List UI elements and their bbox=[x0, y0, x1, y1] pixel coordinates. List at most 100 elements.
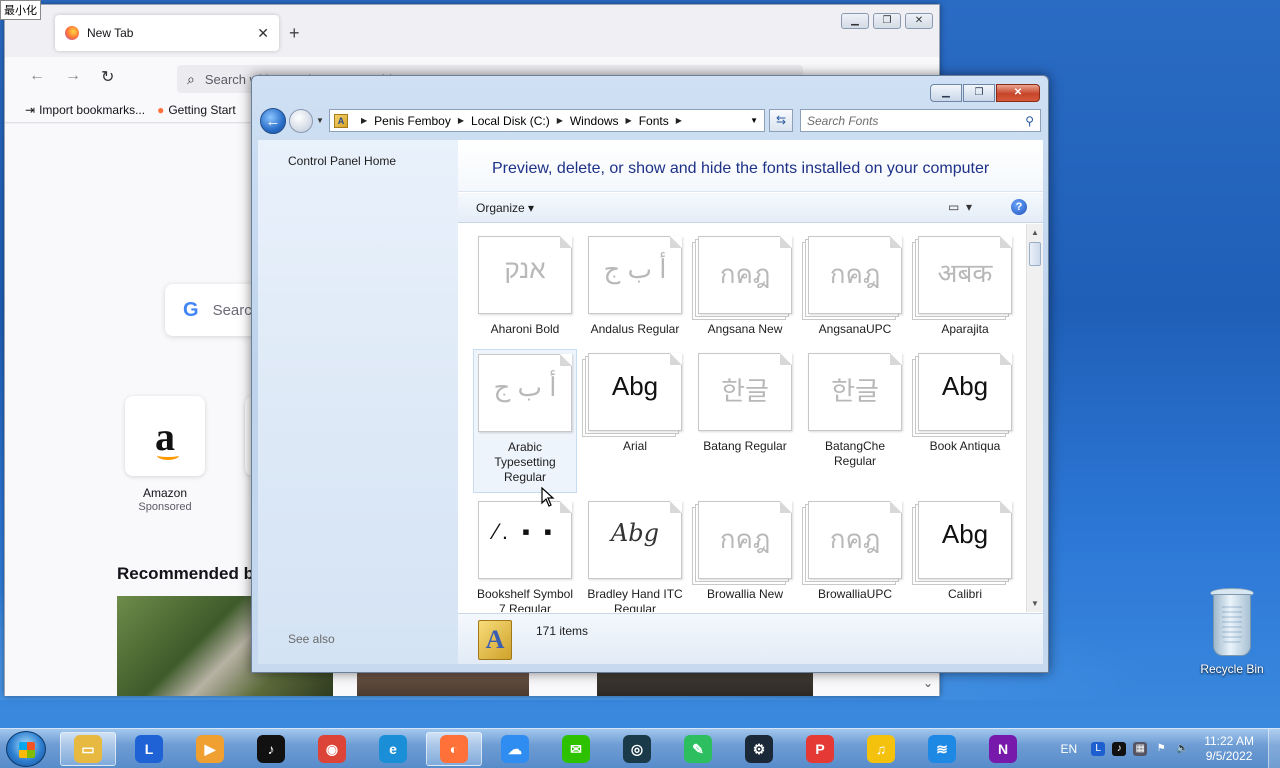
font-item[interactable]: أ ب ج Andalus Regular bbox=[583, 232, 687, 337]
taskbar-chrome[interactable]: ◉ bbox=[304, 732, 360, 766]
back-button[interactable]: ← bbox=[260, 108, 286, 134]
taskbar-pdf-editor[interactable]: P bbox=[792, 732, 848, 766]
taskbar-media-player[interactable]: ▶ bbox=[182, 732, 238, 766]
flag-icon[interactable]: ⚑ bbox=[1154, 742, 1168, 756]
amazon-shortcut-tile[interactable]: a bbox=[125, 396, 205, 476]
font-item[interactable]: Abg Book Antiqua bbox=[912, 349, 1017, 454]
fonts-explorer-window[interactable]: ▁ ❐ ✕ ← ▼ A ▶ Penis Femboy ▶ Local Disk … bbox=[251, 75, 1049, 673]
address-bar[interactable]: A ▶ Penis Femboy ▶ Local Disk (C:) ▶ Win… bbox=[329, 109, 765, 132]
firefox-tab[interactable]: New Tab ✕ bbox=[55, 15, 279, 51]
taskbar-firefox[interactable]: ◐ bbox=[426, 732, 482, 766]
bookmark-getting-started[interactable]: ● Getting Start bbox=[157, 103, 236, 117]
l-tray-icon[interactable]: L bbox=[1091, 742, 1106, 756]
breadcrumb-windows[interactable]: Windows bbox=[570, 114, 619, 128]
font-item[interactable]: ⁄. ▪ ▪ Bookshelf Symbol 7 Regular bbox=[473, 497, 577, 612]
breadcrumb-separator-icon[interactable]: ▶ bbox=[676, 116, 682, 125]
chrome-icon: ◉ bbox=[318, 735, 346, 763]
taskbar-l-app[interactable]: L bbox=[121, 732, 177, 766]
font-sample-preview: กคฎ bbox=[719, 524, 771, 554]
font-item[interactable]: Abg Calibri bbox=[912, 497, 1017, 602]
recycle-bin-shortcut[interactable]: Recycle Bin bbox=[1196, 586, 1268, 676]
bookmark-import[interactable]: ⇥ Import bookmarks... bbox=[25, 103, 145, 117]
minimize-button[interactable]: ▁ bbox=[841, 13, 869, 29]
minimize-button[interactable]: ▁ bbox=[930, 84, 962, 102]
forward-button[interactable] bbox=[289, 109, 313, 133]
font-item[interactable]: กคฎ Angsana New bbox=[692, 232, 797, 337]
breadcrumb-fonts[interactable]: Fonts bbox=[639, 114, 669, 128]
breadcrumb-user[interactable]: Penis Femboy bbox=[374, 114, 451, 128]
font-item[interactable]: กคฎ AngsanaUPC bbox=[802, 232, 907, 337]
scroll-thumb[interactable] bbox=[1029, 242, 1041, 266]
font-file-icon: Abg bbox=[588, 501, 682, 579]
font-name: Aparajita bbox=[941, 322, 989, 336]
help-icon[interactable]: ? bbox=[1011, 199, 1027, 215]
tiktok-icon: ♪ bbox=[257, 735, 285, 763]
taskbar-music-app[interactable]: ♫ bbox=[853, 732, 909, 766]
font-name: BrowalliaUPC bbox=[817, 587, 893, 601]
font-item[interactable]: กคฎ Browallia New bbox=[692, 497, 797, 602]
fonts-folder-icon: A bbox=[334, 113, 348, 128]
font-item[interactable]: 한글 Batang Regular bbox=[693, 349, 797, 454]
forward-arrow-icon[interactable]: → bbox=[65, 67, 81, 85]
firefox-tabstrip: New Tab ✕ + ▁ ❐ ✕ bbox=[5, 5, 939, 55]
font-name: Angsana New bbox=[707, 322, 783, 336]
chevron-down-icon[interactable]: ⌄ bbox=[923, 676, 933, 690]
network-icon[interactable]: ▦ bbox=[1133, 742, 1148, 756]
breadcrumb-local-disk[interactable]: Local Disk (C:) bbox=[471, 114, 550, 128]
control-panel-home-link[interactable]: Control Panel Home bbox=[288, 154, 396, 168]
font-file-icon: אנק bbox=[478, 236, 572, 314]
taskbar-steam[interactable]: ⚙ bbox=[731, 732, 787, 766]
show-desktop-button[interactable] bbox=[1268, 729, 1280, 768]
taskbar-file-explorer[interactable]: ▭ bbox=[60, 732, 116, 766]
font-item[interactable]: أ ب ج Arabic Typesetting Regular bbox=[473, 349, 577, 493]
vertical-scrollbar[interactable]: ▲ ▼ bbox=[1026, 224, 1043, 612]
close-button[interactable]: ✕ bbox=[996, 84, 1040, 102]
font-item[interactable]: अबक Aparajita bbox=[912, 232, 1017, 337]
back-arrow-icon[interactable]: ← bbox=[29, 67, 45, 85]
item-count: 171 items bbox=[536, 624, 589, 638]
search-fonts-input[interactable]: Search Fonts ⚲ bbox=[800, 109, 1041, 132]
breadcrumb-separator-icon[interactable]: ▶ bbox=[458, 116, 464, 125]
new-tab-button[interactable]: + bbox=[289, 23, 300, 44]
taskbar-onenote[interactable]: N bbox=[975, 732, 1031, 766]
refresh-button[interactable]: ⇆ bbox=[769, 109, 793, 132]
font-item[interactable]: Abg Bradley Hand ITC Regular bbox=[583, 497, 687, 612]
firefox-window-controls: ▁ ❐ ✕ bbox=[841, 13, 933, 29]
close-tab-icon[interactable]: ✕ bbox=[257, 25, 269, 42]
start-button[interactable] bbox=[6, 731, 46, 767]
font-item[interactable]: 한글 BatangChe Regular bbox=[803, 349, 907, 469]
taskbar-baidu-netdisk[interactable]: ☁ bbox=[487, 732, 543, 766]
scroll-down-icon[interactable]: ▼ bbox=[1031, 599, 1039, 608]
taskbar-edge[interactable]: e bbox=[365, 732, 421, 766]
scroll-up-icon[interactable]: ▲ bbox=[1031, 228, 1039, 237]
reload-icon[interactable]: ↻ bbox=[101, 67, 114, 87]
font-item[interactable]: אנק Aharoni Bold bbox=[473, 232, 577, 337]
breadcrumb-separator-icon[interactable]: ▶ bbox=[557, 116, 563, 125]
font-item[interactable]: Abg Arial bbox=[582, 349, 687, 454]
change-view-button[interactable]: ▭ ▾ bbox=[948, 200, 972, 214]
font-sample-preview: ⁄. ▪ ▪ bbox=[494, 519, 556, 544]
breadcrumb-separator-icon[interactable]: ▶ bbox=[626, 116, 632, 125]
taskbar-app-lanes[interactable]: ≋ bbox=[914, 732, 970, 766]
taskbar-tiktok[interactable]: ♪ bbox=[243, 732, 299, 766]
maximize-button[interactable]: ❐ bbox=[873, 13, 901, 29]
close-button[interactable]: ✕ bbox=[905, 13, 933, 29]
font-file-icon: กคฎ bbox=[802, 501, 902, 585]
organize-button[interactable]: Organize ▾ bbox=[476, 201, 534, 215]
language-indicator[interactable]: EN bbox=[1061, 742, 1078, 756]
google-search-box[interactable]: G Searc bbox=[165, 284, 265, 336]
recent-pages-dropdown[interactable]: ▼ bbox=[316, 116, 324, 125]
font-sample-preview: Abg bbox=[610, 519, 660, 547]
taskbar-wechat[interactable]: ✉ bbox=[548, 732, 604, 766]
maximize-button[interactable]: ❐ bbox=[963, 84, 995, 102]
font-name: Arabic Typesetting Regular bbox=[494, 440, 556, 484]
breadcrumb-separator-icon[interactable]: ▶ bbox=[361, 116, 367, 125]
search-icon[interactable]: ⚲ bbox=[1025, 114, 1034, 128]
font-item[interactable]: กคฎ BrowalliaUPC bbox=[802, 497, 907, 602]
address-history-dropdown[interactable]: ▼ bbox=[750, 116, 758, 125]
taskbar-vpn-client[interactable]: ◎ bbox=[609, 732, 665, 766]
volume-icon[interactable]: 🔈 bbox=[1175, 742, 1189, 756]
clock[interactable]: 11:22 AM 9/5/2022 bbox=[1204, 734, 1254, 764]
taskbar-evernote[interactable]: ✎ bbox=[670, 732, 726, 766]
tiktok-tray-icon[interactable]: ♪ bbox=[1112, 742, 1127, 756]
